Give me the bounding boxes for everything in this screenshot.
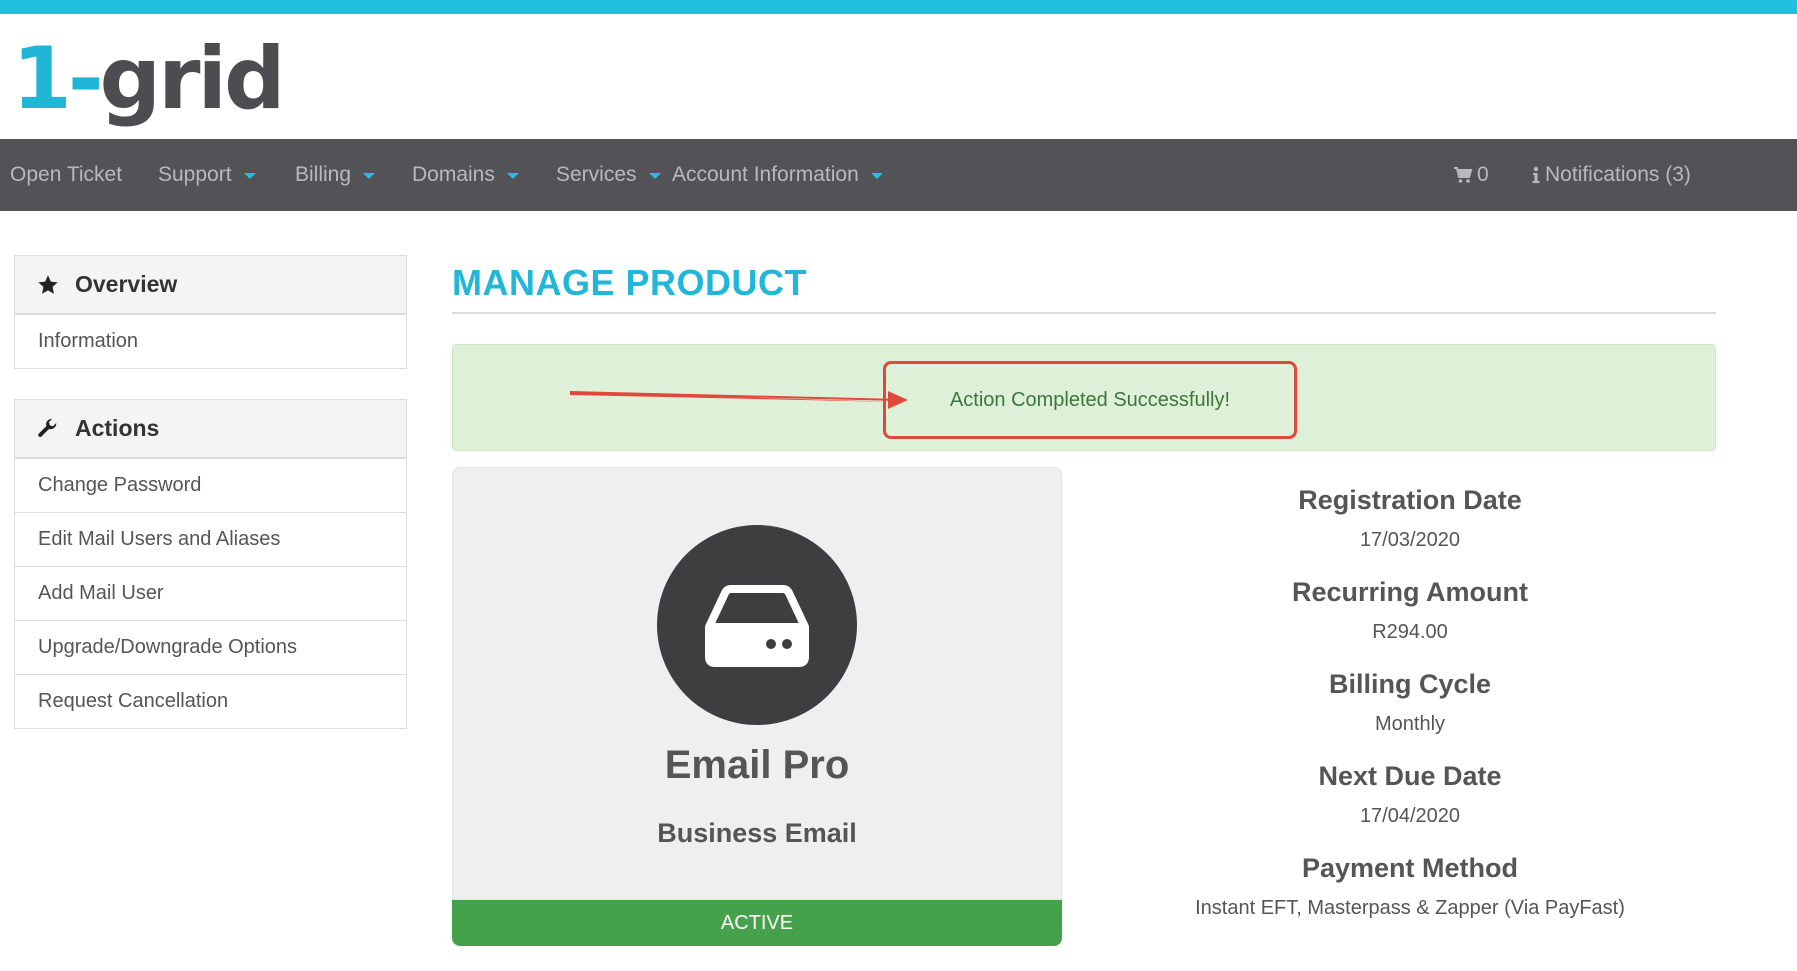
nav-notifications[interactable]: Notifications (3): [1531, 139, 1691, 211]
product-group: Business Email: [657, 818, 857, 848]
overview-title: Overview: [75, 271, 178, 297]
cart-icon: [1454, 167, 1473, 183]
page-title: MANAGE PRODUCT: [452, 262, 807, 303]
logo-word: grid: [99, 29, 286, 129]
star-icon: [37, 273, 61, 297]
nav-cart[interactable]: 0: [1453, 139, 1489, 211]
sidebar-item-label: Information: [38, 330, 139, 352]
logo-dash: -: [67, 29, 104, 129]
sidebar-item-label: Add Mail User: [38, 582, 164, 604]
product-card: Email Pro Business Email: [452, 467, 1062, 900]
sidebar-item-edit-mail-users[interactable]: Edit Mail Users and Aliases: [15, 512, 406, 566]
nav-services[interactable]: Services: [556, 139, 661, 211]
sidebar-item-label: Upgrade/Downgrade Options: [38, 636, 298, 658]
product-details: Registration Date 17/03/2020 Recurring A…: [1110, 480, 1710, 940]
billing-cycle-value: Monthly: [1374, 713, 1446, 735]
next-due-date-value: 17/04/2020: [1359, 805, 1461, 827]
caret-down-icon: [648, 173, 661, 179]
caret-down-icon: [870, 173, 883, 179]
hard-drive-icon: [705, 585, 809, 667]
sidebar-overview-panel: Overview Information: [14, 255, 407, 369]
nav-label: Account Information: [672, 163, 859, 186]
annotation-highlight-box: Action Completed Successfully!: [883, 361, 1297, 439]
sidebar-item-label: Change Password: [38, 474, 202, 496]
sidebar-item-request-cancellation[interactable]: Request Cancellation: [15, 674, 406, 728]
title-divider: [452, 312, 1716, 314]
nav-label: Billing: [295, 163, 352, 186]
product-icon-circle: [657, 525, 857, 725]
overview-header: Overview: [15, 256, 406, 314]
sidebar-item-information[interactable]: Information: [15, 314, 406, 368]
nav-support[interactable]: Support: [158, 139, 256, 211]
payment-method-value: Instant EFT, Masterpass & Zapper (Via Pa…: [1195, 897, 1625, 919]
payment-method-label: Payment Method: [1301, 853, 1519, 883]
annotation-arrow: [570, 391, 908, 409]
alert-message: Action Completed Successfully!: [949, 388, 1231, 411]
billing-cycle-label: Billing Cycle: [1328, 669, 1492, 699]
sidebar-item-add-mail-user[interactable]: Add Mail User: [15, 566, 406, 620]
cart-count: 0: [1477, 163, 1489, 186]
actions-title: Actions: [75, 415, 160, 441]
sidebar-item-label: Request Cancellation: [38, 690, 229, 712]
caret-down-icon: [243, 173, 256, 179]
main-navbar: Open Ticket Support Billing Domains Serv…: [0, 139, 1797, 211]
product-name: Email Pro: [664, 743, 850, 787]
sidebar-item-label: Edit Mail Users and Aliases: [38, 528, 281, 550]
nav-label: Domains: [412, 163, 495, 186]
nav-label: Open Ticket: [10, 163, 123, 186]
caret-down-icon: [363, 173, 376, 179]
sidebar-item-upgrade-downgrade[interactable]: Upgrade/Downgrade Options: [15, 620, 406, 674]
nav-domains[interactable]: Domains: [412, 139, 519, 211]
nav-open-ticket[interactable]: Open Ticket: [10, 139, 122, 211]
wrench-icon: [37, 417, 61, 441]
sidebar-actions-panel: Actions Change Password Edit Mail Users …: [14, 399, 407, 729]
status-label: ACTIVE: [720, 911, 794, 934]
nav-label: Services: [556, 163, 637, 186]
top-accent-strip: [0, 0, 1797, 14]
nav-account-information[interactable]: Account Information: [672, 139, 883, 211]
status-badge: ACTIVE: [452, 900, 1062, 946]
registration-date-label: Registration Date: [1298, 485, 1522, 515]
registration-date-value: 17/03/2020: [1359, 529, 1461, 551]
info-icon: [1532, 166, 1540, 183]
nav-billing[interactable]: Billing: [295, 139, 376, 211]
sidebar-item-change-password[interactable]: Change Password: [15, 458, 406, 512]
notifications-label: Notifications (3): [1545, 163, 1691, 186]
logo-digit: 1: [12, 29, 72, 129]
nav-label: Support: [158, 163, 232, 186]
caret-down-icon: [506, 173, 519, 179]
next-due-date-label: Next Due Date: [1318, 761, 1502, 791]
recurring-amount-value: R294.00: [1372, 621, 1448, 643]
actions-header: Actions: [15, 400, 406, 458]
brand-logo[interactable]: 1- grid: [12, 26, 286, 129]
recurring-amount-label: Recurring Amount: [1292, 577, 1528, 607]
